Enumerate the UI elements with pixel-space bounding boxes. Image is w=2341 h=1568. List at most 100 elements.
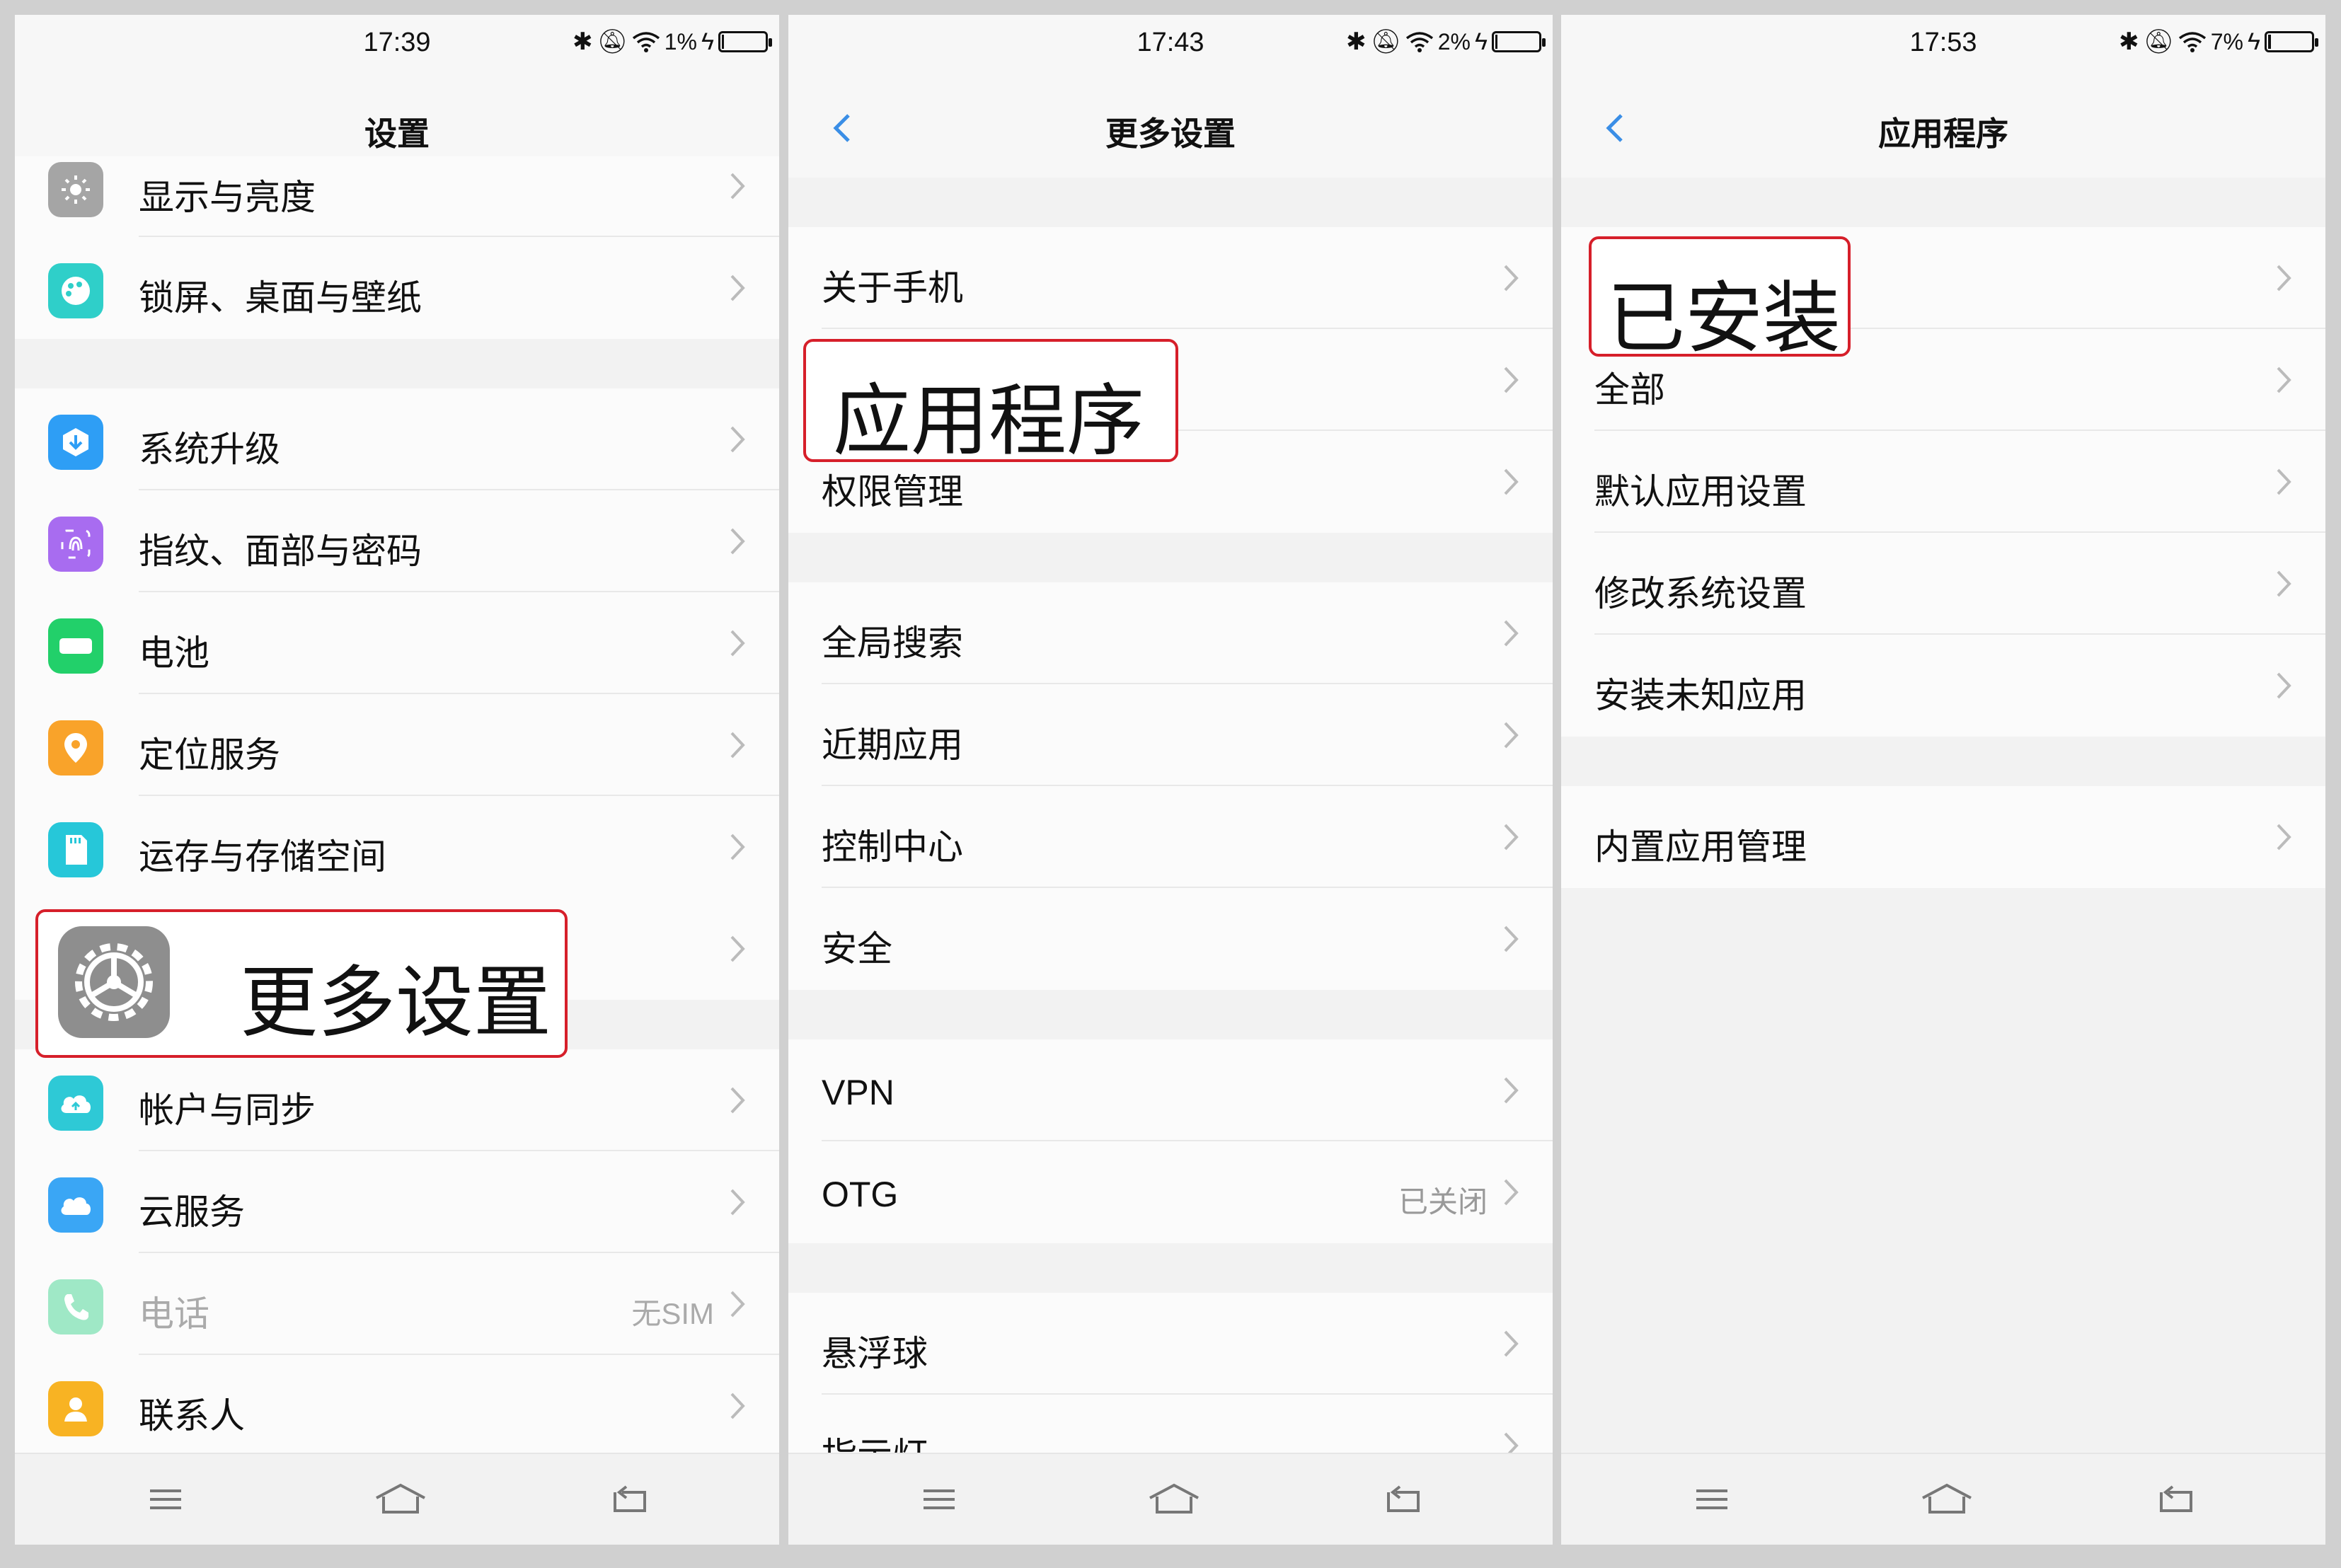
list-item-label: 安全 bbox=[822, 929, 892, 969]
settings-item-display[interactable]: 显示与亮度 bbox=[15, 156, 779, 237]
charging-icon: ϟ bbox=[1475, 28, 1488, 55]
palette-icon bbox=[48, 263, 103, 318]
battery-status-icon bbox=[1492, 31, 1546, 52]
list-item-default-apps[interactable]: 默认应用设置 bbox=[1561, 431, 2325, 533]
list-item-install-unknown-apps[interactable]: 安装未知应用 bbox=[1561, 635, 2325, 737]
chevron-right-icon bbox=[2277, 824, 2291, 851]
list-item-global-search[interactable]: 全局搜索 bbox=[788, 582, 1553, 684]
callout-label: 应用程序 bbox=[833, 378, 1144, 465]
list-item-label: 控制中心 bbox=[822, 827, 963, 867]
settings-item-label: 定位服务 bbox=[139, 735, 280, 775]
storage-icon bbox=[48, 822, 103, 877]
menu-icon[interactable] bbox=[919, 1482, 959, 1516]
settings-item-battery[interactable]: 电池 bbox=[15, 592, 779, 694]
settings-item-label: 电池 bbox=[139, 633, 209, 673]
list-item-label: 修改系统设置 bbox=[1594, 574, 1807, 613]
status-bar: 17:53 ✱ 🔕︎ 7% ϟ bbox=[1561, 15, 2325, 71]
list-item-recent-apps[interactable]: 近期应用 bbox=[788, 684, 1553, 786]
list-item-label: 悬浮球 bbox=[822, 1334, 928, 1373]
settings-list: 显示与亮度 锁屏、桌面与壁纸 系统升级 指纹、面部与密码 电池 定位服务 运存与… bbox=[15, 156, 779, 1457]
page-title: 设置 bbox=[364, 115, 430, 152]
mute-icon: 🔕︎ bbox=[597, 28, 628, 55]
chevron-right-icon bbox=[730, 1393, 745, 1419]
list-item-floating-ball[interactable]: 悬浮球 bbox=[788, 1293, 1553, 1395]
chevron-right-icon bbox=[730, 275, 745, 301]
highlight-callout[interactable]: 应用程序 bbox=[803, 339, 1178, 465]
wifi-icon bbox=[1405, 32, 1433, 52]
chevron-right-icon bbox=[730, 732, 745, 759]
settings-item-label: 帐户与同步 bbox=[139, 1090, 316, 1130]
highlight-callout[interactable]: 更多设置 bbox=[35, 909, 568, 1058]
callout-label: 已安装 bbox=[1607, 275, 1841, 362]
settings-item-label: 云服务 bbox=[139, 1192, 245, 1232]
chevron-right-icon bbox=[1504, 824, 1519, 851]
applications-screen: 17:53 ✱ 🔕︎ 7% ϟ 应用程序 全部 默认应用设置 修改系统设置 安装… bbox=[1561, 15, 2325, 1545]
chevron-right-icon bbox=[730, 1291, 745, 1318]
settings-item-system-upgrade[interactable]: 系统升级 bbox=[15, 388, 779, 490]
bluetooth-icon: ✱ bbox=[573, 28, 593, 55]
home-icon[interactable] bbox=[1146, 1482, 1202, 1516]
account-sync-icon bbox=[48, 1076, 103, 1131]
settings-item-label: 联系人 bbox=[139, 1396, 245, 1436]
chevron-right-icon bbox=[730, 1189, 745, 1216]
gear-icon bbox=[58, 926, 170, 1038]
list-item-label: 安装未知应用 bbox=[1594, 676, 1807, 715]
highlight-callout[interactable]: 已安装 bbox=[1589, 236, 1851, 362]
settings-item-phone[interactable]: 电话 无SIM bbox=[15, 1253, 779, 1355]
battery-status-icon bbox=[718, 31, 772, 52]
chevron-right-icon bbox=[1504, 1179, 1519, 1206]
list-item-label: 全局搜索 bbox=[822, 623, 963, 663]
list-item-modify-system-settings[interactable]: 修改系统设置 bbox=[1561, 533, 2325, 635]
status-icons: ✱ 🔕︎ 7% ϟ bbox=[2119, 28, 2318, 56]
chevron-right-icon bbox=[2277, 265, 2291, 292]
home-icon[interactable] bbox=[372, 1482, 429, 1516]
chevron-right-icon bbox=[1504, 367, 1519, 393]
chevron-right-icon bbox=[1504, 265, 1519, 292]
fingerprint-icon bbox=[48, 517, 103, 572]
settings-item-cloud[interactable]: 云服务 bbox=[15, 1151, 779, 1253]
settings-item-label: 显示与亮度 bbox=[139, 178, 316, 217]
contacts-icon bbox=[48, 1381, 103, 1436]
chevron-right-icon bbox=[1504, 620, 1519, 647]
list-item-label: 默认应用设置 bbox=[1594, 472, 1807, 512]
list-item-about-phone[interactable]: 关于手机 bbox=[788, 227, 1553, 329]
settings-screen: 17:39 ✱ 🔕︎ 1% ϟ 设置 显示与亮度 锁屏、桌面与壁纸 系统升级 指… bbox=[15, 15, 779, 1545]
list-item-builtin-app-management[interactable]: 内置应用管理 bbox=[1561, 786, 2325, 888]
chevron-right-icon bbox=[730, 528, 745, 555]
list-item-security[interactable]: 安全 bbox=[788, 888, 1553, 990]
location-icon bbox=[48, 720, 103, 776]
battery-percent: 1% bbox=[664, 28, 697, 54]
chevron-right-icon bbox=[730, 935, 745, 962]
back-nav-icon[interactable] bbox=[1383, 1482, 1422, 1516]
charging-icon: ϟ bbox=[701, 28, 714, 55]
status-icons: ✱ 🔕︎ 1% ϟ bbox=[573, 28, 772, 56]
list-item-control-center[interactable]: 控制中心 bbox=[788, 786, 1553, 888]
settings-item-contacts[interactable]: 联系人 bbox=[15, 1355, 779, 1457]
settings-item-storage[interactable]: 运存与存储空间 bbox=[15, 796, 779, 898]
settings-item-fingerprint[interactable]: 指纹、面部与密码 bbox=[15, 490, 779, 592]
settings-item-account-sync[interactable]: 帐户与同步 bbox=[15, 1049, 779, 1151]
settings-item-lockscreen[interactable]: 锁屏、桌面与壁纸 bbox=[15, 237, 779, 339]
bluetooth-icon: ✱ bbox=[1346, 28, 1367, 55]
mute-icon: 🔕︎ bbox=[1370, 28, 1401, 55]
battery-percent: 2% bbox=[1437, 28, 1471, 54]
more-settings-screen: 17:43 ✱ 🔕︎ 2% ϟ 更多设置 关于手机 权限管理 全局搜索 近期应用… bbox=[788, 15, 1553, 1545]
system-nav-bar bbox=[15, 1453, 779, 1545]
list-item-label: 权限管理 bbox=[822, 472, 963, 512]
otg-status-value: 已关闭 bbox=[1398, 1185, 1488, 1218]
home-icon[interactable] bbox=[1919, 1482, 1975, 1516]
chevron-right-icon bbox=[2277, 672, 2291, 699]
chevron-right-icon bbox=[2277, 468, 2291, 495]
menu-icon[interactable] bbox=[146, 1482, 185, 1516]
settings-item-location[interactable]: 定位服务 bbox=[15, 694, 779, 796]
back-nav-icon[interactable] bbox=[609, 1482, 649, 1516]
list-item-vpn[interactable]: VPN bbox=[788, 1039, 1553, 1141]
back-nav-icon[interactable] bbox=[2156, 1482, 2195, 1516]
menu-icon[interactable] bbox=[1692, 1482, 1732, 1516]
list-item-label: OTG bbox=[822, 1175, 899, 1214]
chevron-right-icon bbox=[730, 426, 745, 453]
nav-bar: 应用程序 bbox=[1561, 71, 2325, 178]
status-bar: 17:39 ✱ 🔕︎ 1% ϟ bbox=[15, 15, 779, 71]
list-item-otg[interactable]: OTG 已关闭 bbox=[788, 1141, 1553, 1243]
status-bar: 17:43 ✱ 🔕︎ 2% ϟ bbox=[788, 15, 1553, 71]
